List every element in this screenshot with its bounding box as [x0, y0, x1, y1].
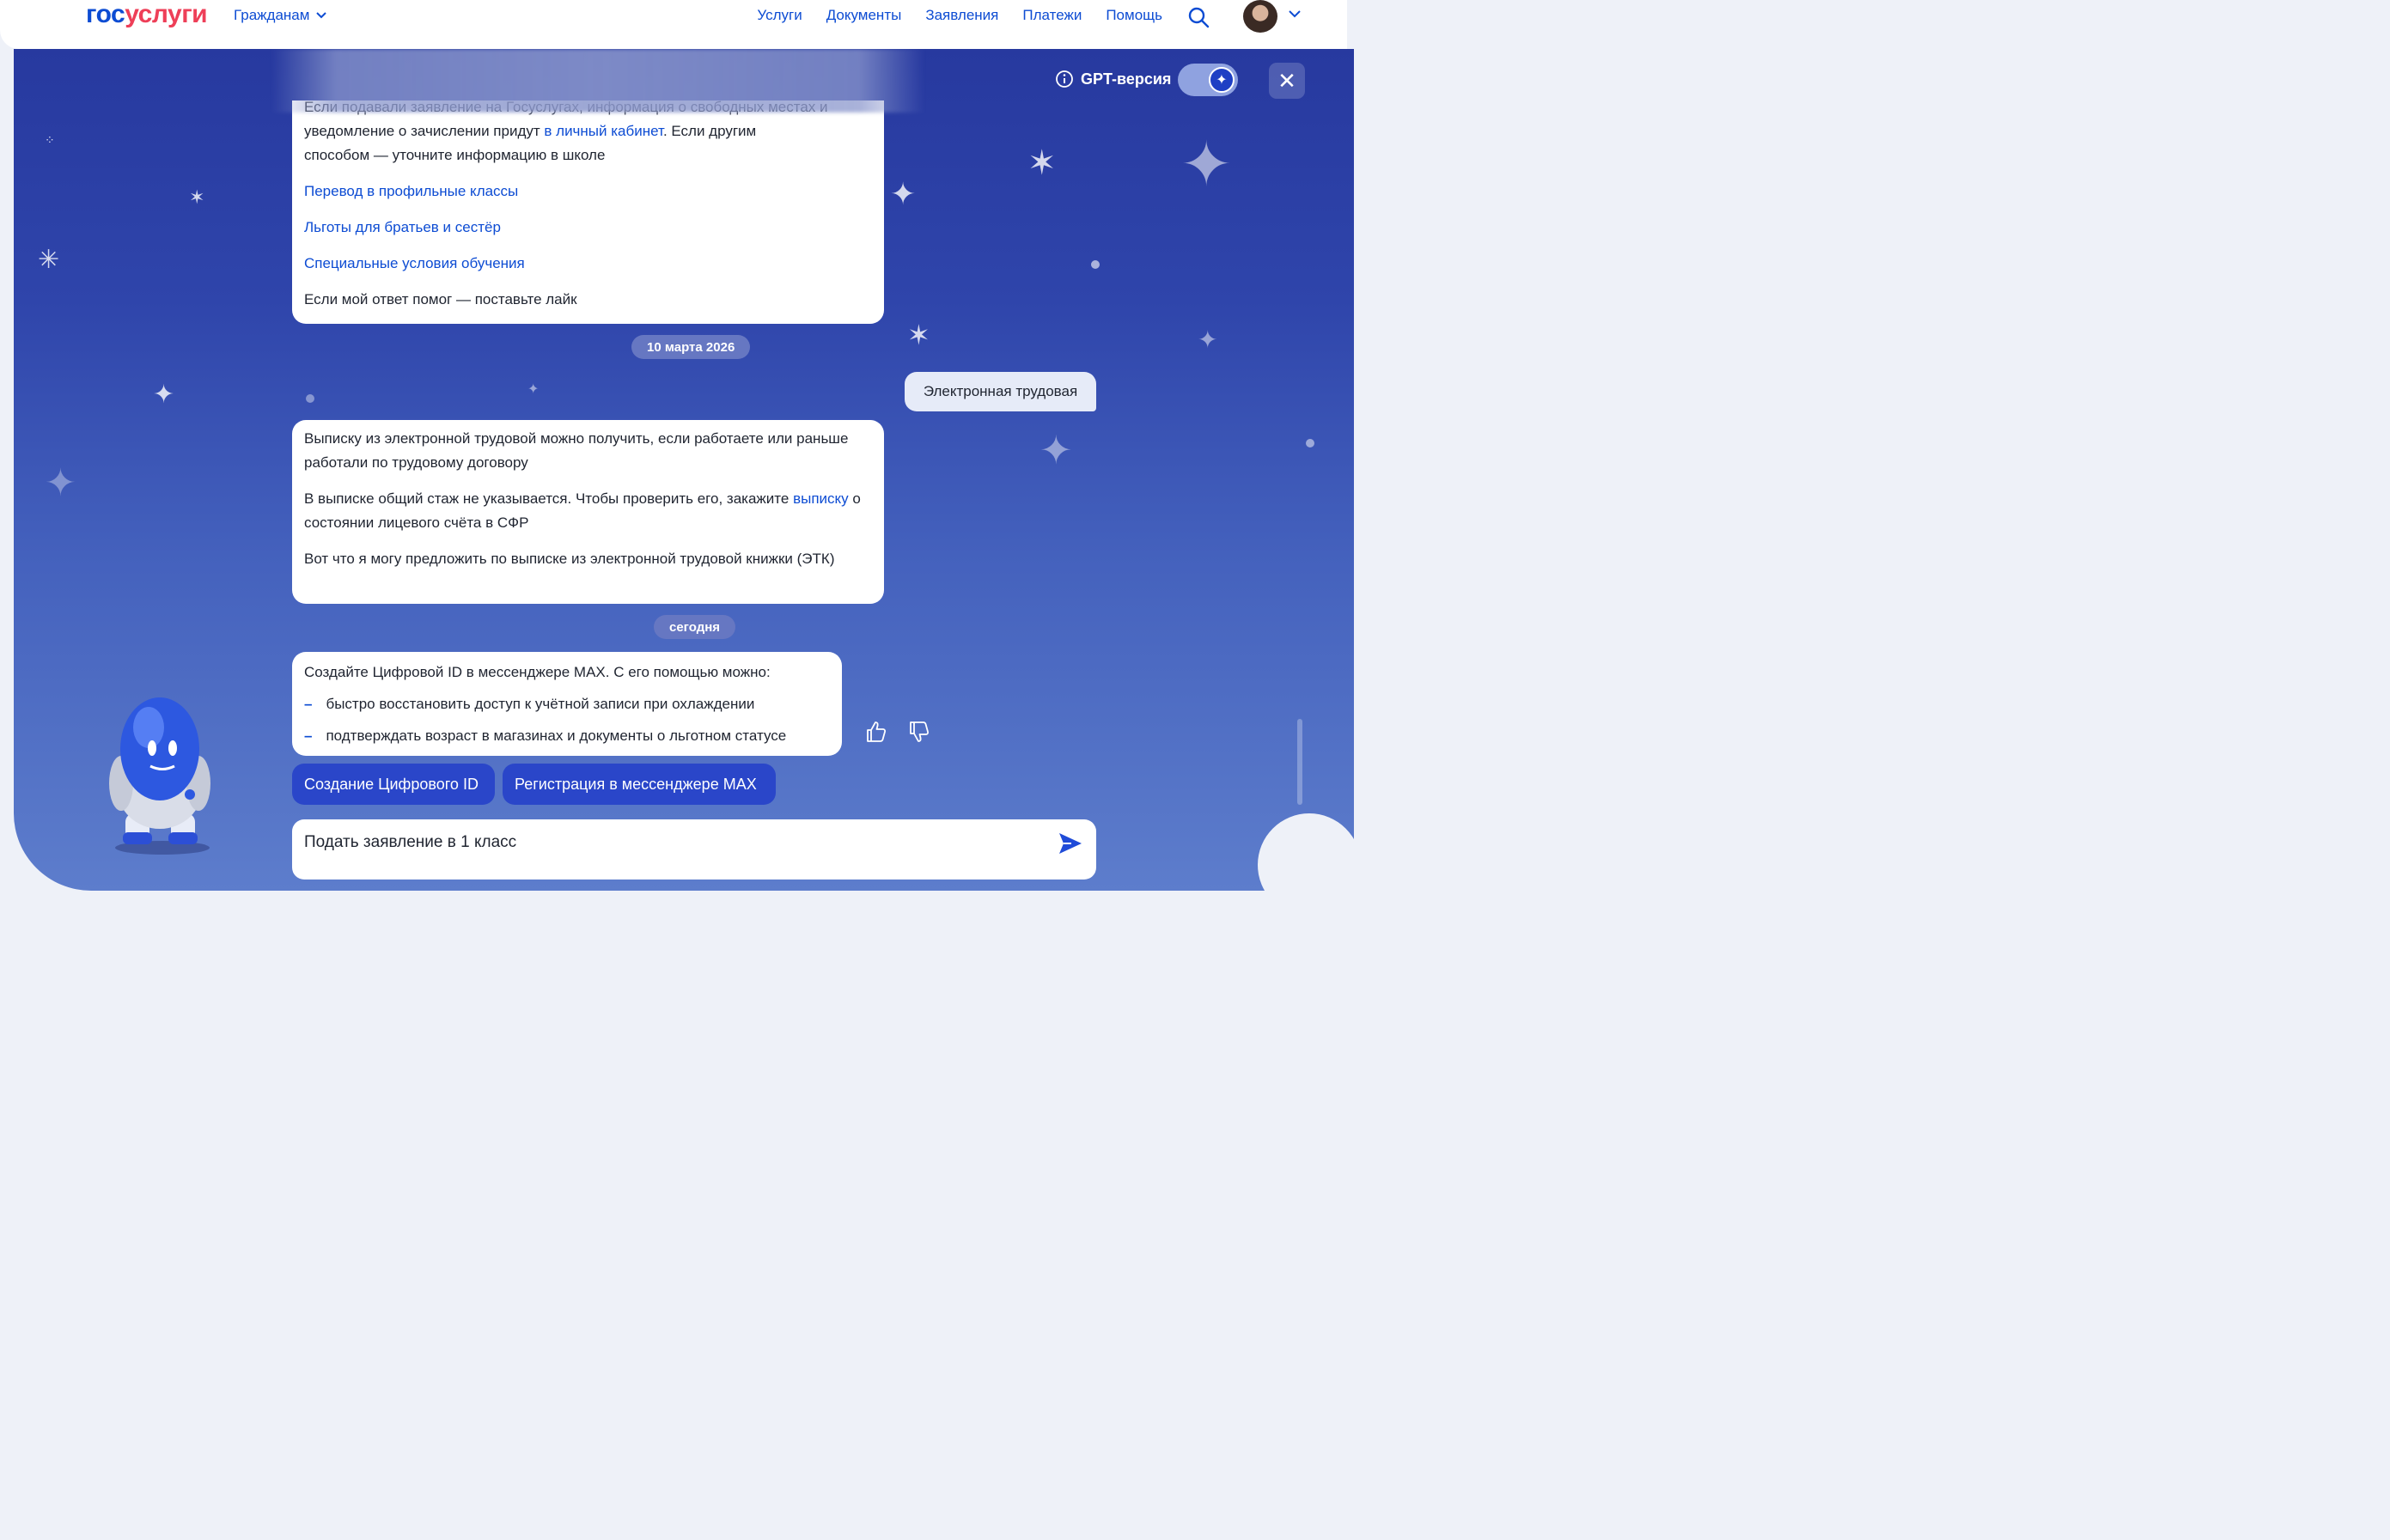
dot-icon [306, 394, 314, 403]
logo-part-uslugi: услуги [125, 0, 208, 28]
message-line: способом — уточните информацию в школе [304, 147, 606, 163]
message-text: Создайте Цифровой ID в мессенджере MAX. … [304, 664, 771, 680]
avatar[interactable] [1243, 0, 1277, 33]
message-paragraph: Выписку из электронной трудовой можно по… [304, 430, 849, 471]
nav-item-help[interactable]: Помощь [1106, 7, 1162, 24]
user-message: Электронная трудовая [905, 372, 1096, 411]
sparkle-icon: ✶ [189, 186, 205, 208]
bot-message: Выписку из электронной трудовой можно по… [292, 420, 884, 604]
user-message-text: Электронная трудовая [923, 383, 1078, 399]
message-text-after-link: . Если другим [662, 123, 757, 139]
send-icon[interactable] [1057, 830, 1084, 857]
dash-bullet: – [304, 696, 313, 712]
button-label: Регистрация в мессенджере MAX [515, 775, 757, 793]
message-input[interactable] [304, 830, 1034, 855]
panel-corner [1258, 813, 1354, 891]
gpt-version-label[interactable]: GPT-версия [1055, 70, 1171, 88]
nav-item-services[interactable]: Услуги [757, 7, 802, 24]
message-input-container [292, 819, 1096, 880]
link-text[interactable]: Специальные условия обучения [304, 255, 525, 271]
header-fade-overlay [271, 49, 924, 113]
info-icon[interactable] [1055, 70, 1074, 88]
gosuslugi-logo[interactable]: госуслуги [86, 0, 208, 29]
thumbs-down-icon[interactable] [905, 719, 931, 745]
dot-icon [1091, 260, 1100, 269]
message-paragraph: В выписке общий стаж не указывается. Что… [304, 487, 872, 535]
gpt-version-toggle[interactable]: ✦ [1178, 64, 1238, 96]
dash-bullet: – [304, 727, 313, 744]
personal-account-link[interactable]: в личный кабинет [544, 123, 663, 139]
chevron-down-icon [316, 12, 327, 19]
date-separator: 10 марта 2026 [631, 335, 751, 359]
statement-link[interactable]: выписку [793, 490, 849, 507]
list-item: – подтверждать возраст в магазинах и доку… [304, 724, 830, 748]
list-item-text: подтверждать возраст в магазинах и докум… [326, 727, 787, 744]
message-line: уведомление о зачислении придут в личный… [304, 119, 872, 143]
close-icon: ✕ [1277, 67, 1296, 94]
logo-part-gos: гос [86, 0, 125, 28]
sparkle-icon: ✶ [1027, 144, 1057, 182]
link-text[interactable]: Перевод в профильные классы [304, 183, 518, 199]
sparkle-icon: ✦ [1180, 131, 1233, 199]
create-digital-id-button[interactable]: Создание Цифрового ID [292, 764, 495, 805]
register-max-button[interactable]: Регистрация в мессенджере MAX [503, 764, 776, 805]
citizens-label: Гражданам [234, 7, 310, 23]
message-text: Если подавали заявление на Госуслугах, и… [304, 100, 872, 312]
main-nav: Услуги Документы Заявления Платежи Помощ… [757, 7, 1162, 24]
date-separator: сегодня [654, 615, 736, 639]
link-text[interactable]: Льготы для братьев и сестёр [304, 219, 501, 235]
citizens-dropdown[interactable]: Гражданам [234, 7, 327, 24]
sparkle-icon: ✦ [45, 462, 76, 504]
message-paragraph: Вот что я могу предложить по выписке из … [304, 551, 835, 567]
list-item: – быстро восстановить доступ к учётной за… [304, 692, 830, 716]
message-text: В выписке общий стаж не указывается. Что… [304, 490, 794, 507]
sparkle-icon: ✦ [890, 176, 917, 211]
sparkle-icon: ✦ [153, 380, 175, 409]
thumbs-up-icon[interactable] [863, 719, 888, 745]
list-item-text: быстро восстановить доступ к учётной зап… [326, 696, 755, 712]
sparkle-icon: ✦ [527, 382, 540, 397]
scrollbar[interactable] [1297, 719, 1302, 805]
sparkle-icon: ✦ [1209, 67, 1235, 93]
message-text-before-link: уведомление о зачислении придут [304, 123, 545, 139]
chevron-down-icon[interactable] [1289, 10, 1301, 18]
nav-item-payments[interactable]: Платежи [1022, 7, 1082, 24]
gpt-version-text: GPT-версия [1081, 70, 1172, 88]
dot-icon [1306, 439, 1314, 447]
sparkle-icon: ✦ [1198, 326, 1218, 353]
search-icon[interactable] [1186, 5, 1210, 29]
sparkle-icon: ✶ [907, 320, 930, 350]
nav-item-documents[interactable]: Документы [826, 7, 902, 24]
chat-panel: ⁘ ✶ ✳ ✦ ✦ ✦ ✶ ✦ ✶ ✦ ✦ ✦ GPT-версия ✦ ✕ Е… [14, 49, 1354, 891]
robot-mascot-icon [109, 697, 210, 855]
top-navigation-bar: госуслуги Гражданам Услуги Документы Зая… [0, 0, 1347, 49]
close-button[interactable]: ✕ [1269, 63, 1305, 99]
like-hint-text: Если мой ответ помог — поставьте лайк [304, 291, 577, 307]
bot-message: Если подавали заявление на Госуслугах, и… [292, 100, 884, 324]
nav-item-applications[interactable]: Заявления [925, 7, 998, 24]
sparkle-icon: ✳ [38, 246, 60, 274]
special-conditions-link[interactable]: Специальные условия обучения [304, 252, 872, 276]
profile-classes-link[interactable]: Перевод в профильные классы [304, 180, 872, 204]
sparkle-icon: ✦ [1040, 428, 1073, 472]
bot-message: Создайте Цифровой ID в мессенджере MAX. … [292, 652, 842, 756]
siblings-benefits-link[interactable]: Льготы для братьев и сестёр [304, 216, 872, 240]
sparkle-icon: ⁘ [45, 133, 55, 147]
button-label: Создание Цифрового ID [304, 775, 479, 793]
